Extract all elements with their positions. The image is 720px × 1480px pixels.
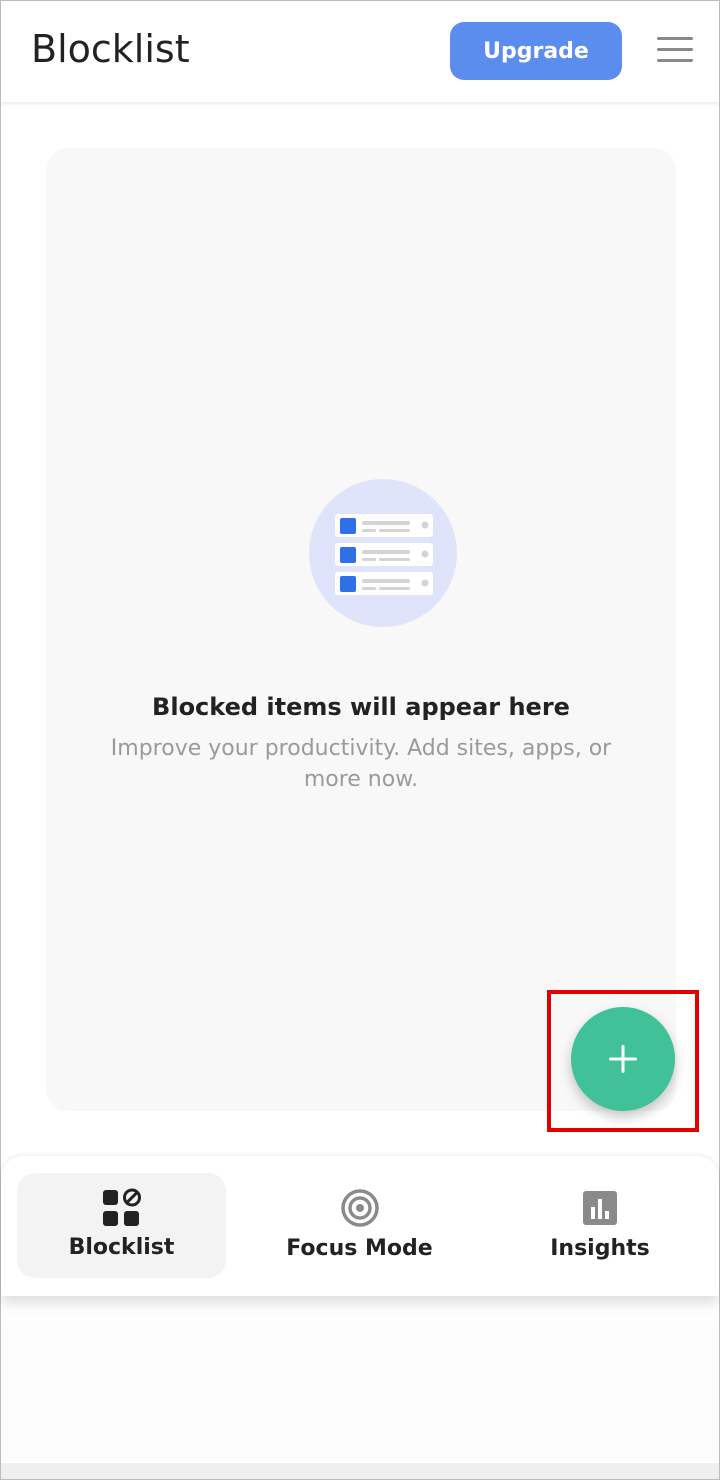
nav-label-focus-mode: Focus Mode — [286, 1236, 433, 1261]
nav-item-insights[interactable]: Insights — [496, 1173, 704, 1278]
focus-target-icon — [340, 1189, 379, 1227]
upgrade-button[interactable]: Upgrade — [450, 22, 622, 80]
page-title: Blocklist — [31, 27, 190, 71]
bottom-navigation: Blocklist Focus Mode Insights — [1, 1156, 719, 1296]
empty-state-subtitle: Improve your productivity. Add sites, ap… — [110, 736, 612, 792]
blocklist-icon — [102, 1188, 141, 1226]
highlight-box — [547, 990, 699, 1132]
nav-label-insights: Insights — [550, 1236, 650, 1261]
empty-state-title: Blocked items will appear here — [152, 693, 570, 721]
empty-state-card: Blocked items will appear here Improve y… — [46, 148, 676, 1111]
blocklist-illustration — [309, 479, 457, 627]
hamburger-menu-icon[interactable] — [657, 37, 693, 63]
app-header: Blocklist Upgrade — [1, 1, 719, 103]
app-screen: Blocklist Upgrade Blocked items will app… — [0, 0, 720, 1480]
nav-label-blocklist: Blocklist — [68, 1235, 175, 1260]
nav-item-blocklist[interactable]: Blocklist — [17, 1173, 226, 1278]
bottom-bar-strip — [1, 1463, 719, 1479]
background-area — [1, 1321, 719, 1461]
nav-item-focus-mode[interactable]: Focus Mode — [256, 1173, 463, 1278]
bar-chart-icon — [583, 1191, 617, 1225]
